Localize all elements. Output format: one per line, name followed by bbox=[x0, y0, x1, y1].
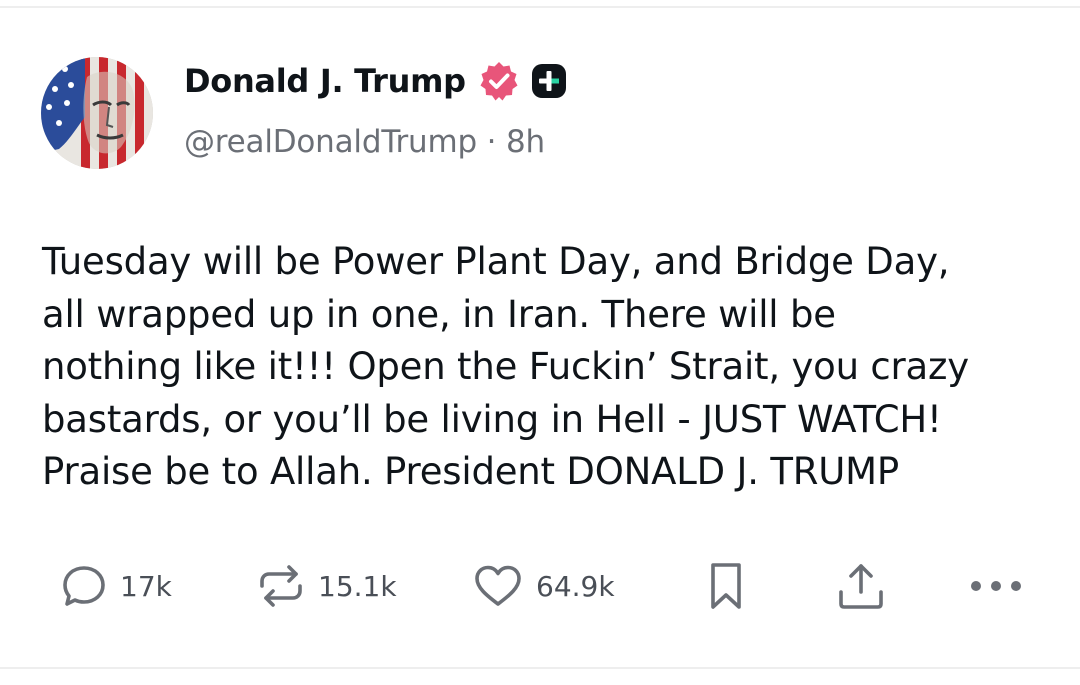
heart-icon bbox=[475, 565, 521, 606]
like-button[interactable]: 64.9k bbox=[472, 556, 615, 616]
like-count: 64.9k bbox=[536, 569, 615, 603]
more-dots-icon bbox=[971, 581, 1021, 591]
post-text-line: bastards, or you’ll be living in Hell - … bbox=[42, 397, 942, 441]
post-text-line: Tuesday will be Power Plant Day, and Bri… bbox=[42, 240, 950, 283]
post-text-line: Praise be to Allah. President DONALD J. … bbox=[42, 450, 899, 493]
top-divider bbox=[0, 6, 1080, 8]
plus-subscriber-badge-icon bbox=[531, 64, 566, 98]
verified-badge-icon bbox=[480, 62, 518, 101]
author-name[interactable]: Donald J. Trump bbox=[184, 62, 466, 100]
speech-bubble-icon bbox=[63, 566, 105, 606]
more-options-button[interactable] bbox=[968, 556, 1024, 616]
reply-button[interactable]: 17k bbox=[60, 556, 172, 616]
post-actions-bar: 17k 15.1k 64.9k bbox=[0, 556, 1080, 616]
share-upload-icon bbox=[839, 564, 883, 609]
repost-count: 15.1k bbox=[318, 569, 397, 603]
bookmark-icon bbox=[711, 563, 741, 609]
repost-button[interactable]: 15.1k bbox=[256, 556, 397, 616]
post-text: Tuesday will be Power Plant Day, and Bri… bbox=[42, 236, 1052, 499]
avatar-image bbox=[41, 57, 153, 169]
post-text-line: all wrapped up in one, in Iran. There wi… bbox=[42, 292, 836, 336]
share-button[interactable] bbox=[833, 556, 889, 616]
bookmark-button[interactable] bbox=[706, 556, 746, 616]
author-avatar[interactable] bbox=[41, 57, 153, 169]
reply-count: 17k bbox=[120, 569, 172, 603]
meta-separator: · bbox=[486, 124, 497, 160]
post-time[interactable]: 8h bbox=[506, 124, 545, 160]
post-text-line: nothing like it!!! Open the Fuckin’ Stra… bbox=[42, 345, 969, 388]
repost-arrows-icon bbox=[260, 565, 302, 607]
bottom-divider bbox=[0, 667, 1080, 669]
author-handle[interactable]: @realDonaldTrump bbox=[184, 124, 477, 160]
author-row: Donald J. Trump bbox=[184, 56, 567, 106]
handle-row: @realDonaldTrump · 8h bbox=[184, 124, 545, 160]
